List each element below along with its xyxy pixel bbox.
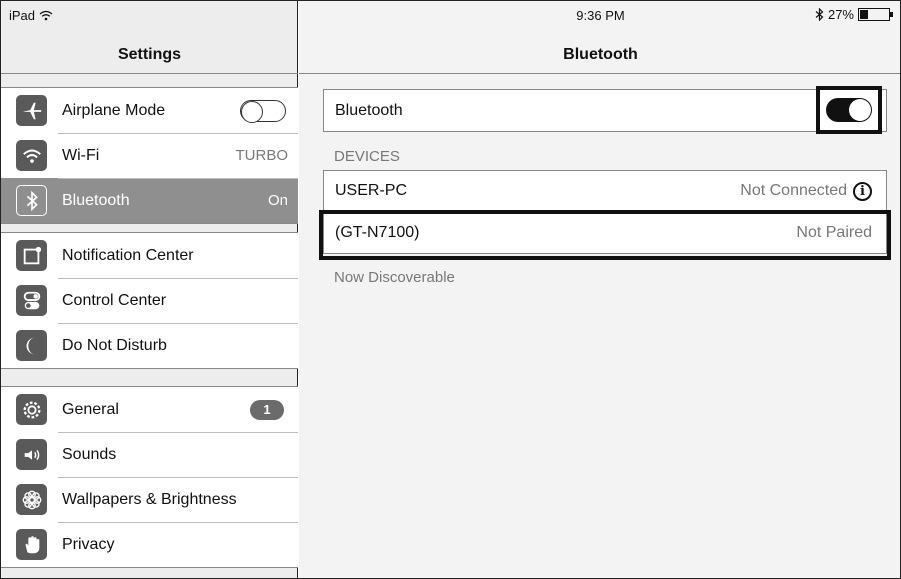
devices-section-header: DEVICES [334, 148, 400, 165]
bluetooth-icon [16, 185, 47, 216]
sidebar-item-airplane-mode[interactable]: Airplane Mode [1, 88, 298, 133]
wifi-status-icon [39, 10, 53, 21]
device-row-user-pc[interactable]: USER-PC Not Connected i [324, 171, 886, 212]
moon-icon [16, 330, 47, 361]
airplane-icon [16, 95, 47, 126]
sidebar-item-control-center[interactable]: Control Center [1, 278, 298, 323]
sidebar-item-label: Wallpapers & Brightness [62, 490, 237, 508]
settings-group-notifications: Notification Center Control Center Do No… [1, 232, 298, 369]
sidebar-item-label: Sounds [62, 445, 117, 463]
devices-list: USER-PC Not Connected i (GT-N7100) Not P… [323, 170, 887, 254]
control-center-icon [16, 285, 47, 316]
sidebar-item-bluetooth[interactable]: Bluetooth On [1, 178, 298, 223]
device-status-text: Not Paired [796, 223, 872, 241]
battery-icon [858, 8, 893, 21]
header-divider [1, 73, 298, 74]
device-name: USER-PC [335, 182, 408, 199]
sidebar-item-notification-center[interactable]: Notification Center [1, 233, 298, 278]
sidebar-item-label: Control Center [62, 291, 167, 309]
bluetooth-row-label: Bluetooth [335, 101, 403, 119]
info-icon[interactable]: i [853, 181, 872, 201]
update-badge: 1 [250, 400, 284, 420]
notification-center-icon [16, 240, 47, 271]
sidebar-item-do-not-disturb[interactable]: Do Not Disturb [1, 323, 298, 368]
bluetooth-state-value: On [267, 192, 288, 209]
settings-group-connectivity: Airplane Mode Wi-Fi TURBO Bluetooth On [1, 87, 298, 224]
status-bar-right: 27% [815, 7, 893, 22]
wifi-network-value: TURBO [235, 147, 289, 164]
wifi-icon [16, 140, 47, 171]
gear-icon [16, 394, 47, 425]
settings-sidebar: iPad Settings Airplane Mode Wi-Fi TURBO … [1, 1, 298, 578]
device-status: Not Connected i [740, 181, 872, 201]
sidebar-item-label: General [62, 400, 119, 418]
status-bar-left: iPad [9, 8, 53, 23]
device-row-gt-n7100[interactable]: (GT-N7100) Not Paired [324, 212, 886, 253]
sidebar-item-label: Notification Center [62, 246, 194, 264]
bluetooth-status-icon [815, 8, 824, 21]
hand-icon [16, 529, 47, 560]
sidebar-item-label: Do Not Disturb [62, 336, 167, 354]
settings-title: Settings [117, 46, 182, 63]
bluetooth-row: Bluetooth [324, 86, 886, 134]
settings-group-general: General 1 Sounds Wallpapers & Brightness [1, 386, 298, 568]
airplane-mode-toggle[interactable] [240, 100, 286, 123]
sidebar-item-privacy[interactable]: Privacy [1, 522, 298, 567]
sidebar-item-wifi[interactable]: Wi-Fi TURBO [1, 133, 298, 178]
battery-percent: 27% [827, 7, 854, 22]
device-status: Not Paired [796, 224, 872, 242]
bluetooth-toggle[interactable] [826, 98, 872, 122]
sidebar-item-label: Airplane Mode [62, 101, 166, 119]
speaker-icon [16, 439, 47, 470]
device-name: iPad [9, 8, 36, 23]
battery-level-fill [860, 10, 868, 19]
ipad-screen: iPad Settings Airplane Mode Wi-Fi TURBO … [0, 0, 901, 579]
discoverable-note: Now Discoverable [334, 269, 455, 286]
page-title: Bluetooth [563, 46, 638, 63]
bluetooth-detail-pane: 9:36 PM 27% Bluetooth Bluetooth DEVICES … [299, 1, 900, 578]
bluetooth-toggle-cell: Bluetooth [323, 86, 887, 134]
status-time: 9:36 PM [576, 8, 625, 23]
sidebar-item-label: Wi-Fi [62, 146, 100, 164]
sidebar-item-sounds[interactable]: Sounds [1, 432, 298, 477]
sidebar-item-general[interactable]: General 1 [1, 387, 298, 432]
sidebar-item-label: Privacy [62, 535, 115, 553]
sidebar-item-label: Bluetooth [62, 191, 130, 209]
flower-icon [16, 484, 47, 515]
device-status-text: Not Connected [740, 182, 847, 199]
header-divider [299, 73, 900, 74]
bluetooth-toggle-highlight [816, 86, 882, 134]
device-name: (GT-N7100) [335, 223, 420, 241]
sidebar-item-wallpapers-brightness[interactable]: Wallpapers & Brightness [1, 477, 298, 522]
